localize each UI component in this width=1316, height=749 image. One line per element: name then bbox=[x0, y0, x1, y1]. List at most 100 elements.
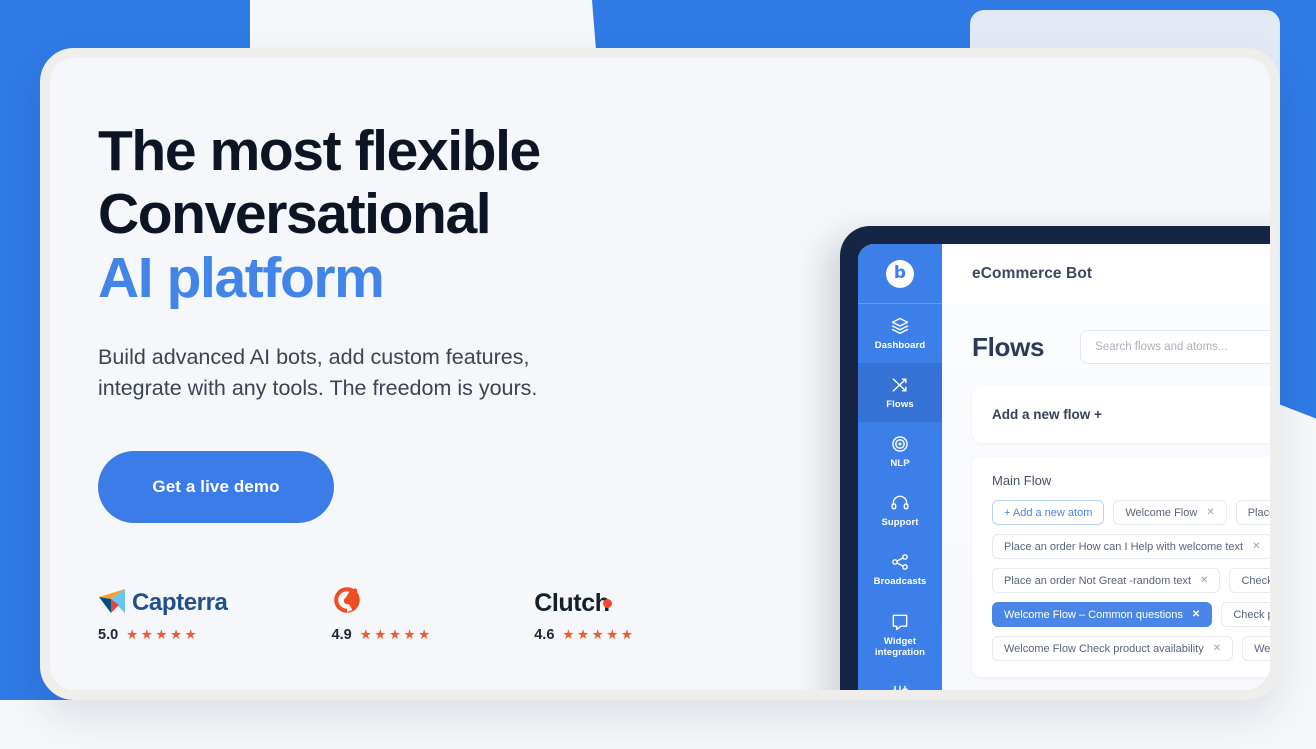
add-new-atom-button[interactable]: + Add a new atom bbox=[992, 500, 1105, 525]
atom-chip[interactable]: Welcome Flow - M bbox=[1242, 636, 1279, 661]
chat-icon bbox=[890, 612, 910, 632]
flows-header: Flows bbox=[972, 330, 1270, 364]
badge-score: 4.9 ★ ★ ★ ★ ★ bbox=[332, 627, 431, 643]
atom-label: Welcome Flow Check product availability bbox=[1004, 642, 1204, 655]
star-rating-icon: ★ ★ ★ ★ ★ bbox=[562, 627, 633, 642]
sidebar-item-widget-integration[interactable]: Widget integration bbox=[858, 599, 942, 671]
shuffle-icon bbox=[890, 375, 910, 395]
sidebar-item-broadcasts[interactable]: Broadcasts bbox=[858, 540, 942, 599]
atom-label: Place an order - Start bbox=[1247, 506, 1276, 519]
hero-subheading: Build advanced AI bots, add custom featu… bbox=[98, 342, 718, 405]
atom-chip[interactable]: Place an order - Start bbox=[1235, 500, 1276, 525]
g2-logo-icon bbox=[332, 586, 362, 621]
badge-name: Capterra bbox=[132, 589, 228, 616]
sidebar-item-flows[interactable]: Flows bbox=[858, 363, 942, 422]
atom-label: + Add a new atom bbox=[1004, 506, 1093, 519]
sidebar-item-nlp[interactable]: NLP bbox=[858, 422, 942, 481]
badge-score-value: 4.9 bbox=[331, 627, 352, 643]
headline-accent-line: AI platform bbox=[98, 245, 385, 310]
headline-line-2: Conversational bbox=[98, 182, 492, 247]
atom-label: Place an order Not Great -random text bbox=[1004, 574, 1192, 587]
sidebar-item-support[interactable]: Support bbox=[858, 481, 942, 540]
decor-lower-background bbox=[0, 700, 1316, 749]
review-badge-capterra: Capterra 5.0 ★ ★ ★ ★ ★ bbox=[98, 588, 228, 643]
app-main: eCommerce Bot Flows Add a new flow + Mai… bbox=[942, 244, 1280, 700]
flows-page-title: Flows bbox=[972, 331, 1045, 362]
atom-chip[interactable]: Check product availabi bbox=[1221, 602, 1278, 627]
flow-card: Returning User+ Add a new atomWelcome Fl… bbox=[972, 691, 1280, 700]
atom-chip[interactable]: Welcome Flow – Common questions ✕ bbox=[992, 602, 1213, 627]
atom-label: Place an order How can I Help with welco… bbox=[1004, 540, 1244, 553]
sidebar-item-label: Flows bbox=[886, 398, 914, 410]
badge-logo: Capterra bbox=[98, 588, 228, 618]
badge-score: 4.6 ★ ★ ★ ★ ★ bbox=[534, 627, 633, 643]
atom-row: Welcome Flow – Common questions ✕ Check pr… bbox=[992, 602, 1278, 627]
badge-logo bbox=[332, 586, 431, 621]
brand-logo-icon: b bbox=[886, 259, 914, 288]
sidebar-item-label: Support bbox=[881, 516, 919, 528]
sidebar-item-label: Dashboard bbox=[874, 339, 926, 351]
atom-label: Check product availabi bbox=[1233, 608, 1278, 621]
sliders-icon bbox=[890, 683, 910, 690]
bot-name-title: eCommerce Bot bbox=[972, 265, 1093, 282]
review-badges: Capterra 5.0 ★ ★ ★ ★ ★ 4.9 ★ ★ ★ ★ ★ Clutch 4.6 ★ ★ ★ ★ ★ bbox=[98, 586, 633, 644]
sidebar-item-label: NLP bbox=[890, 457, 910, 469]
app-sidebar: b Dashboard Flows NLP Support Broadcasts Widg… bbox=[858, 244, 942, 690]
sidebar-item-label: Broadcasts bbox=[873, 575, 927, 587]
badge-score: 5.0 ★ ★ ★ ★ ★ bbox=[98, 627, 228, 643]
close-icon[interactable]: ✕ bbox=[1252, 541, 1260, 552]
layers-icon bbox=[890, 316, 910, 336]
sidebar-item-settings[interactable]: Settings bbox=[858, 671, 942, 690]
get-a-live-demo-button[interactable]: Get a live demo bbox=[98, 450, 334, 523]
flow-card: Main Flow + Add a new atom Welcome Flow ✕ Pl… bbox=[972, 457, 1279, 677]
clutch-dot-icon bbox=[602, 598, 612, 608]
atom-chip[interactable]: Place an order Not Great -random text ✕ bbox=[992, 568, 1221, 593]
share-icon bbox=[890, 552, 910, 572]
atom-label: Welcome Flow - M bbox=[1254, 642, 1279, 655]
atom-row: + Add a new atom Welcome Flow ✕ Place an or… bbox=[992, 500, 1276, 525]
close-icon[interactable]: ✕ bbox=[1192, 609, 1200, 620]
sidebar-item-label: Widget integration bbox=[874, 635, 926, 658]
app-topbar: eCommerce Bot bbox=[942, 244, 1270, 304]
badge-name: Clutch bbox=[534, 588, 610, 617]
capterra-logo-icon bbox=[98, 588, 126, 619]
badge-score-value: 4.6 bbox=[534, 627, 555, 643]
page-title: The most flexible Conversational AI plat… bbox=[98, 119, 718, 310]
star-rating-icon: ★ ★ ★ ★ ★ bbox=[126, 627, 197, 642]
review-badge-clutch: Clutch 4.6 ★ ★ ★ ★ ★ bbox=[534, 588, 633, 644]
add-new-flow-card[interactable]: Add a new flow + bbox=[972, 386, 1270, 443]
app-screenshot-device: b Dashboard Flows NLP Support Broadcasts Widg… bbox=[840, 226, 1280, 700]
flow-card-title: Main Flow bbox=[992, 473, 1052, 488]
star-rating-icon: ★ ★ ★ ★ ★ bbox=[359, 627, 431, 642]
search-input[interactable] bbox=[1080, 330, 1270, 364]
hero-card: The most flexible Conversational AI plat… bbox=[40, 48, 1280, 700]
atom-row: Welcome Flow Check product availability ✕… bbox=[992, 636, 1279, 661]
close-icon[interactable]: ✕ bbox=[1206, 507, 1214, 518]
atom-label: Welcome Flow – Common questions bbox=[1004, 608, 1183, 621]
close-icon[interactable]: ✕ bbox=[1200, 575, 1208, 586]
review-badge-g2: 4.9 ★ ★ ★ ★ ★ bbox=[332, 586, 431, 643]
app-brand[interactable]: b bbox=[858, 244, 942, 304]
badge-logo: Clutch bbox=[534, 588, 633, 618]
atom-chip[interactable]: Welcome Flow ✕ bbox=[1113, 500, 1227, 525]
target-icon bbox=[890, 434, 910, 454]
close-icon[interactable]: ✕ bbox=[1213, 643, 1221, 654]
hero-copy-column: The most flexible Conversational AI plat… bbox=[98, 119, 718, 523]
app-content: Flows Add a new flow + Main Flow + Add a … bbox=[942, 304, 1280, 700]
atom-row: Place an order How can I Help with welco… bbox=[992, 534, 1270, 559]
atom-label: Check product availab bbox=[1241, 574, 1273, 587]
subheading-line-1: Build advanced AI bots, add custom featu… bbox=[98, 344, 530, 369]
headset-icon bbox=[890, 493, 910, 513]
atom-label: Welcome Flow bbox=[1125, 506, 1198, 519]
app-screen: b Dashboard Flows NLP Support Broadcasts Widg… bbox=[858, 244, 1280, 700]
atom-row: Place an order Not Great -random text ✕ Ch… bbox=[992, 568, 1273, 593]
subheading-line-2: integrate with any tools. The freedom is… bbox=[98, 376, 538, 401]
sidebar-item-dashboard[interactable]: Dashboard bbox=[858, 304, 942, 363]
atom-chip[interactable]: Check product availab bbox=[1229, 568, 1273, 593]
atom-chip[interactable]: Welcome Flow Check product availability ✕ bbox=[992, 636, 1234, 661]
headline-line-1: The most flexible bbox=[98, 119, 541, 183]
badge-score-value: 5.0 bbox=[98, 627, 119, 643]
atom-chip[interactable]: Place an order How can I Help with welco… bbox=[992, 534, 1270, 559]
add-new-flow-label: Add a new flow + bbox=[992, 407, 1102, 422]
brand-letter: b bbox=[893, 263, 907, 283]
